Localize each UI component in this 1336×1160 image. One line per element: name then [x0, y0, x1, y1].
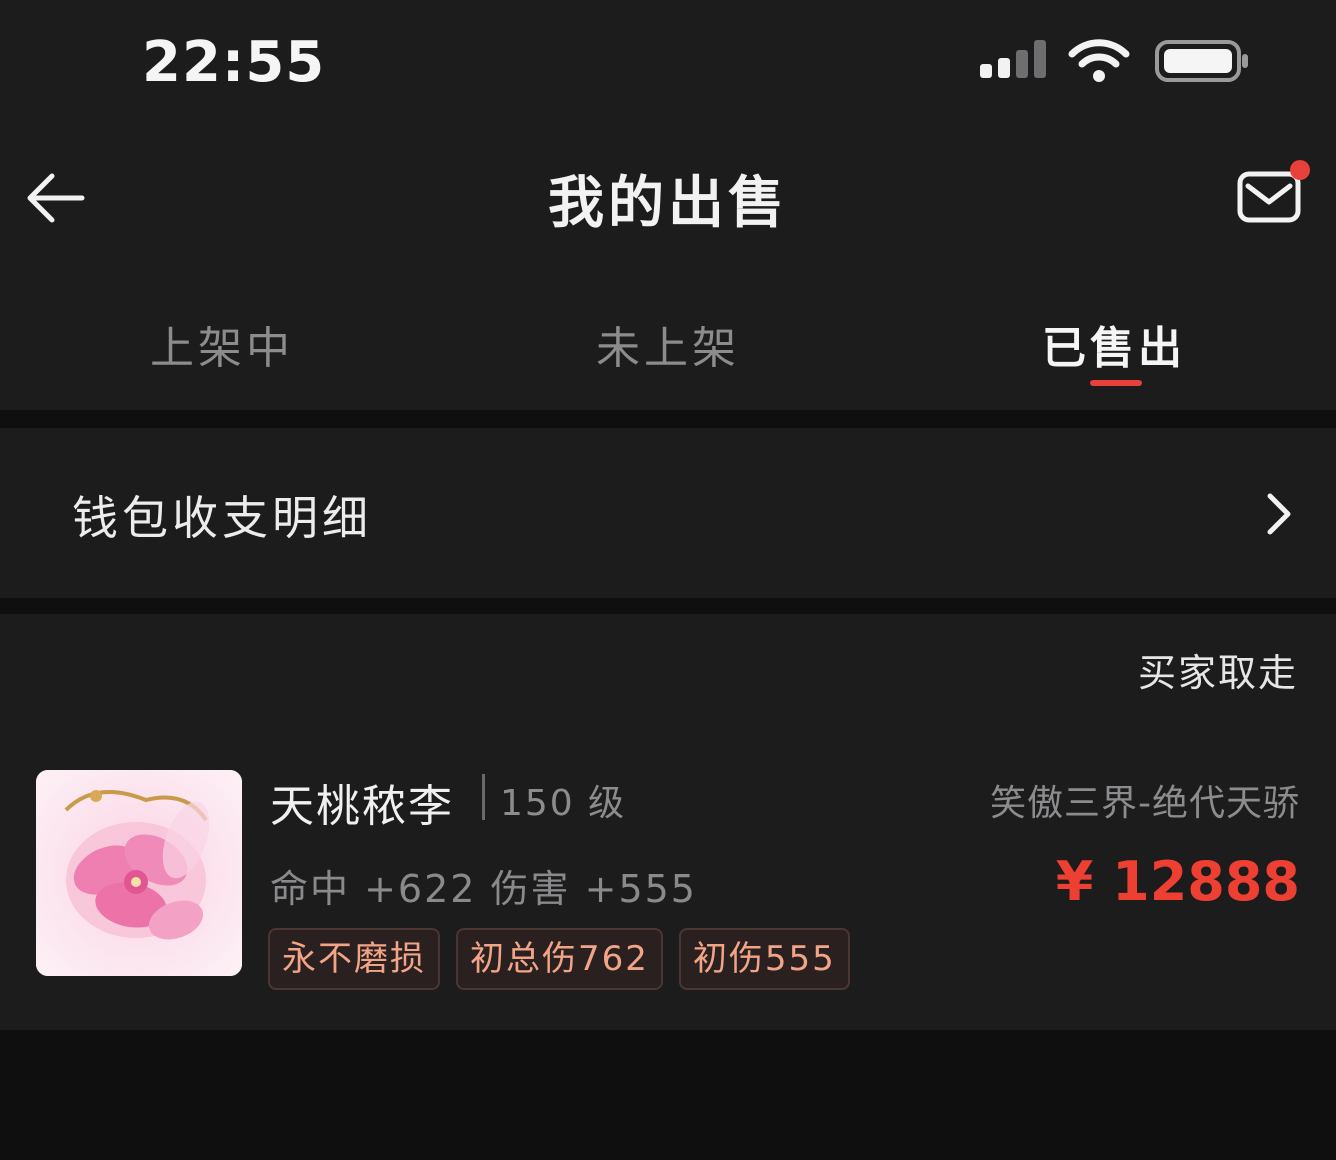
tag-total-damage: 初总伤762: [456, 928, 663, 990]
item-image: [36, 770, 242, 976]
chevron-right-icon: [1267, 493, 1291, 535]
wallet-details-label: 钱包收支明细: [72, 491, 372, 545]
screen: 22:55 我的出售 上架中 未上架 已售出 钱包收支明细 买家取走 天桃秾李 …: [0, 0, 1336, 1160]
notification-badge: [1290, 160, 1310, 180]
wifi-icon: [1068, 39, 1130, 82]
tag-durability: 永不磨损: [268, 928, 440, 990]
item-price: ¥ 12888: [1055, 850, 1300, 913]
tag-base-damage: 初伤555: [678, 928, 850, 990]
signal-icon: [980, 40, 1046, 78]
item-level: 150 级: [500, 783, 627, 824]
tab-bar: 上架中 未上架 已售出: [0, 270, 1336, 410]
active-tab-indicator: [1090, 380, 1142, 386]
item-server: 笑傲三界-绝代天骄: [990, 783, 1300, 824]
item-stats: 命中 +622 伤害 +555: [270, 867, 697, 911]
status-bar: 22:55: [0, 0, 1336, 130]
tab-sold[interactable]: 已售出: [964, 312, 1264, 376]
battery-icon: [1155, 40, 1248, 82]
tab-on-shelf[interactable]: 上架中: [72, 312, 372, 376]
flower-item-icon: [36, 770, 242, 976]
name-level-divider: [482, 774, 485, 820]
order-card[interactable]: 买家取走 天桃秾李 150 级 笑傲三界-绝代天骄 命中 +622 伤害 +55…: [0, 614, 1336, 1030]
order-status: 买家取走: [1137, 651, 1298, 695]
item-tags: 永不磨损 初总伤762 初伤555: [268, 928, 850, 990]
wallet-details-row[interactable]: 钱包收支明细: [0, 428, 1336, 598]
nav-bar: 我的出售: [0, 130, 1336, 270]
status-time: 22:55: [142, 30, 326, 95]
section-divider: [0, 410, 1336, 428]
tab-off-shelf[interactable]: 未上架: [518, 312, 818, 376]
page-title: 我的出售: [548, 171, 788, 236]
item-name: 天桃秾李: [270, 781, 454, 832]
